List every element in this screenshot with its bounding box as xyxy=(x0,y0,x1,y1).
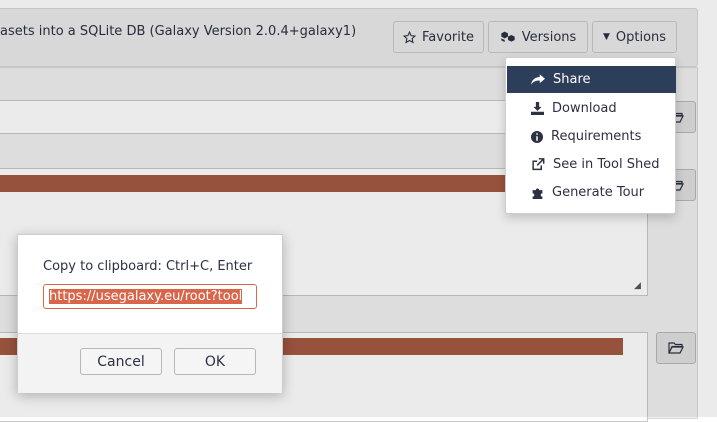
clipboard-url-text: https://usegalaxy.eu/root?tool xyxy=(49,289,243,304)
ok-button[interactable]: OK xyxy=(174,348,256,375)
share-icon xyxy=(531,73,545,85)
menu-item-label: Share xyxy=(553,72,591,87)
menu-item-generate-tour[interactable]: Generate Tour xyxy=(507,179,676,206)
download-icon xyxy=(531,102,544,115)
info-icon xyxy=(531,130,543,143)
puzzle-icon xyxy=(532,188,543,199)
menu-item-label: Generate Tour xyxy=(552,185,645,200)
menu-item-label: See in Tool Shed xyxy=(553,157,660,172)
clipboard-url-input[interactable]: https://usegalaxy.eu/root?tool xyxy=(43,284,257,309)
menu-item-requirements[interactable]: Requirements xyxy=(507,123,676,150)
cancel-button[interactable]: Cancel xyxy=(80,348,162,375)
menu-item-see-in-tool-shed[interactable]: See in Tool Shed xyxy=(507,151,676,178)
menu-item-share[interactable]: Share xyxy=(507,66,676,93)
clipboard-message: Copy to clipboard: Ctrl+C, Enter xyxy=(43,259,253,274)
options-dropdown-menu: Share Download Requirements See in Tool … xyxy=(505,57,676,214)
menu-item-label: Download xyxy=(552,101,617,116)
external-link-icon xyxy=(532,158,545,171)
menu-item-label: Requirements xyxy=(551,129,642,144)
dialog-footer: Cancel OK xyxy=(18,333,282,393)
clipboard-dialog: Copy to clipboard: Ctrl+C, Enter https:/… xyxy=(17,234,283,393)
menu-item-download[interactable]: Download xyxy=(507,95,676,122)
